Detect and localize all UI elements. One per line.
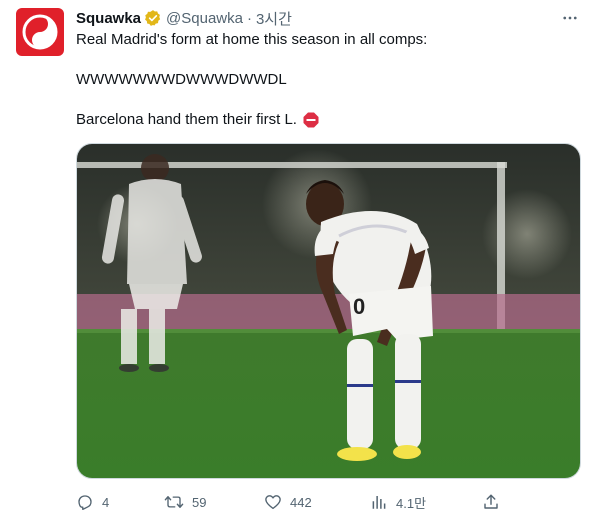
tweet-line-3-text: Barcelona hand them their first L. xyxy=(76,111,297,128)
time-separator: · xyxy=(246,9,252,27)
verified-badge-icon[interactable] xyxy=(144,9,162,27)
football-player-photo: 0 xyxy=(77,144,580,478)
reply-count: 4 xyxy=(102,494,110,510)
retweet-icon xyxy=(164,493,184,511)
views-chart-icon xyxy=(370,493,388,511)
more-dots-icon[interactable] xyxy=(558,8,582,28)
stop-sign-emoji xyxy=(303,112,319,128)
svg-text:0: 0 xyxy=(353,294,365,319)
timestamp[interactable]: 3시간 xyxy=(256,8,292,29)
tweet[interactable]: Squawka @Squawka · 3시간 Real Madrid's for… xyxy=(0,0,598,524)
like-button[interactable]: 442 xyxy=(264,490,312,514)
share-icon xyxy=(482,493,500,511)
retweet-button[interactable]: 59 xyxy=(164,490,206,514)
heart-icon xyxy=(264,493,282,511)
reply-button[interactable]: 4 xyxy=(76,490,109,514)
retweet-count: 59 xyxy=(192,494,207,510)
tweet-line-3: Barcelona hand them their first L. xyxy=(76,110,319,130)
display-name[interactable]: Squawka xyxy=(76,10,141,27)
like-count: 442 xyxy=(290,494,312,510)
tweet-line-1: Real Madrid's form at home this season i… xyxy=(76,31,428,48)
views-button[interactable]: 4.1만 xyxy=(370,490,426,514)
tweet-media-photo[interactable]: 0 xyxy=(76,143,581,479)
tweet-header: Squawka @Squawka · 3시간 xyxy=(76,8,582,28)
share-button[interactable] xyxy=(482,490,500,514)
tweet-actions: 4 59 442 4.1만 xyxy=(76,490,506,514)
reply-icon xyxy=(76,493,94,511)
avatar[interactable] xyxy=(16,8,64,56)
squawka-logo-icon xyxy=(22,14,58,50)
views-count: 4.1만 xyxy=(396,495,427,511)
tweet-line-2: WWWWWWWDWWWDWWDL xyxy=(76,71,287,88)
handle[interactable]: @Squawka xyxy=(166,10,243,27)
